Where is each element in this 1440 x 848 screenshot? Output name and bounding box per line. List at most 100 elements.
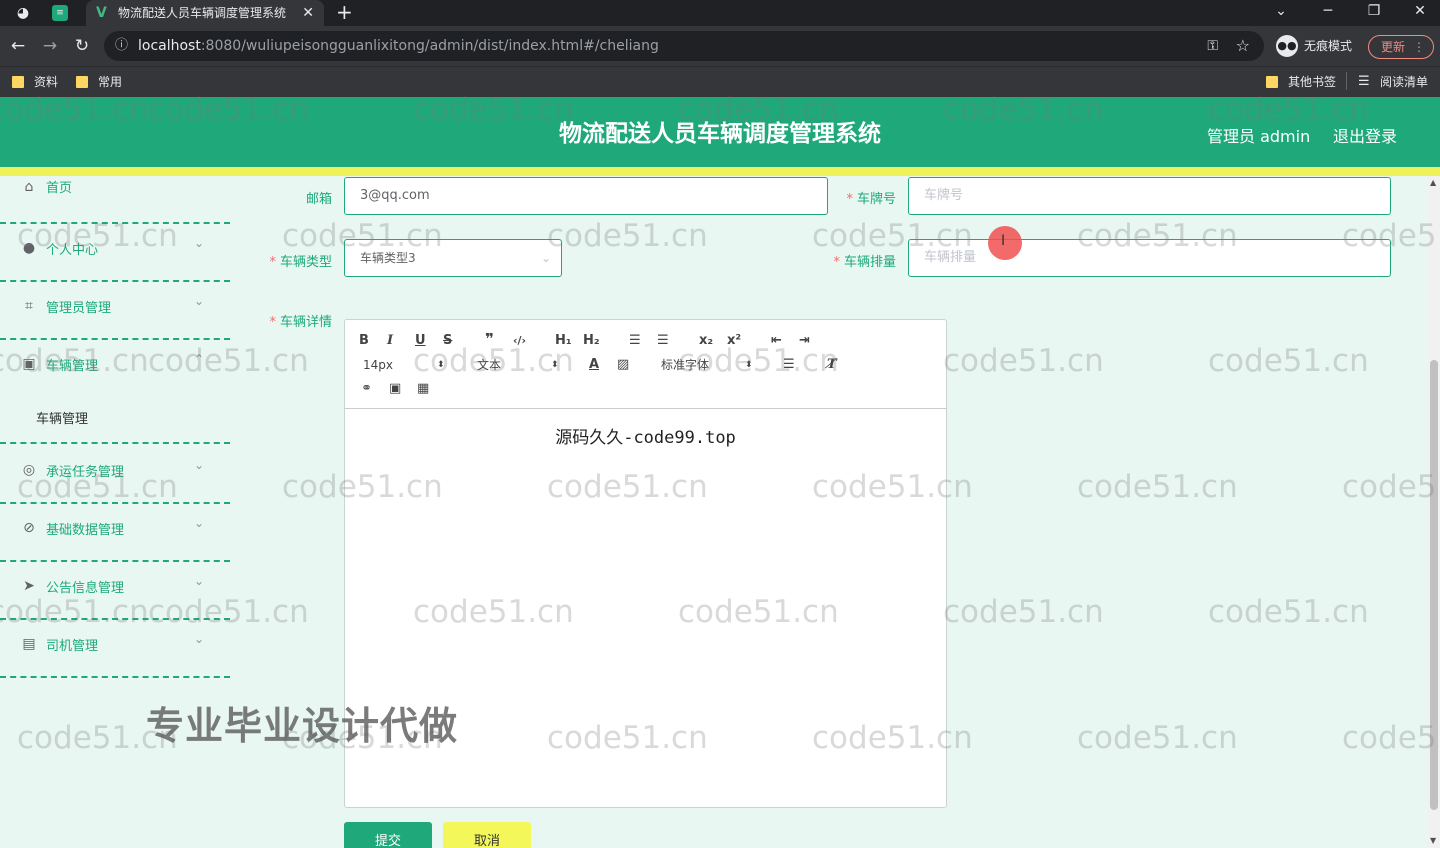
- back-icon[interactable]: ←: [6, 34, 30, 58]
- font-color-icon[interactable]: A: [589, 356, 599, 374]
- sidebar-item-announcements[interactable]: ➤ 公告信息管理 ⌄: [0, 562, 230, 620]
- subscript-icon[interactable]: x₂: [699, 332, 713, 350]
- minimize-button[interactable]: ─: [1305, 0, 1351, 22]
- browser-menu-icon[interactable]: ◕: [14, 4, 32, 22]
- bookmark-folder-ziliao[interactable]: 资料: [12, 73, 58, 91]
- underline-icon[interactable]: U: [415, 332, 426, 350]
- sidebar-subitem-vehicles[interactable]: 车辆管理: [0, 392, 230, 444]
- bookmark-label: 资料: [34, 75, 59, 89]
- plate-number-input[interactable]: 车牌号: [908, 177, 1391, 215]
- logout-link[interactable]: 退出登录: [1333, 123, 1397, 147]
- sidebar-item-vehicles[interactable]: ▣ 车辆管理 ⌃: [0, 340, 230, 392]
- font-size-value: 14px: [363, 358, 393, 372]
- watermark: code51.cn: [1077, 469, 1238, 505]
- page-scrollbar[interactable]: ▲ ▼: [1428, 176, 1440, 848]
- blockquote-icon[interactable]: ❞: [485, 330, 494, 348]
- current-user: 管理员 admin: [1207, 127, 1311, 146]
- chevron-down-icon: ⌄: [194, 236, 205, 250]
- sidebar-item-profile[interactable]: ● 个人中心 ⌄: [0, 224, 230, 282]
- bookmark-label: 阅读清单: [1380, 75, 1429, 89]
- update-button[interactable]: 更新 ⋮: [1368, 35, 1434, 59]
- italic-icon[interactable]: I: [387, 332, 393, 350]
- bookmarks-divider: [1346, 72, 1347, 90]
- email-field[interactable]: 3@qq.com: [344, 177, 828, 215]
- vehicle-type-select[interactable]: 车辆类型3 ⌄: [344, 239, 562, 277]
- chevron-down-icon: ⌄: [194, 574, 205, 588]
- reload-icon[interactable]: ↻: [70, 34, 94, 58]
- cancel-button[interactable]: 取消: [443, 822, 531, 848]
- tab-close-icon[interactable]: ✕: [302, 0, 314, 26]
- bookmark-label: 其他书签: [1288, 75, 1337, 89]
- chevron-down-icon: ⌄: [194, 516, 205, 530]
- indent-icon[interactable]: ⇥: [799, 332, 810, 350]
- email-label: 邮箱: [305, 192, 332, 207]
- bookmark-folder-other[interactable]: 其他书签: [1266, 73, 1336, 91]
- scroll-up-icon[interactable]: ▲: [1430, 178, 1436, 187]
- user-icon: ●: [22, 240, 36, 256]
- more-menu-icon: ⋮: [1413, 40, 1425, 54]
- sidebar-item-basic-data[interactable]: ⊘ 基础数据管理 ⌄: [0, 504, 230, 562]
- tab-search-icon[interactable]: ⌄: [1258, 0, 1304, 22]
- bookmark-folder-changyong[interactable]: 常用: [76, 73, 122, 91]
- new-tab-button[interactable]: +: [336, 0, 353, 24]
- password-key-icon[interactable]: ⚿: [1207, 31, 1218, 61]
- updown-icon: ⬍: [551, 360, 559, 370]
- ordered-list-icon[interactable]: ☰: [629, 332, 641, 350]
- align-icon[interactable]: ☰: [783, 356, 795, 374]
- bookmark-label: 常用: [98, 75, 123, 89]
- header-value: 文本: [477, 358, 502, 372]
- sidebar-item-label: 基础数据管理: [46, 523, 125, 538]
- app-header: 物流配送人员车辆调度管理系统 管理员 admin 退出登录: [0, 97, 1440, 167]
- text-cursor-icon: I: [1001, 233, 1006, 249]
- outdent-icon[interactable]: ⇤: [771, 332, 782, 350]
- updown-icon: ⬍: [437, 360, 445, 370]
- sidebar-item-home[interactable]: ⌂ 首页: [0, 166, 230, 224]
- sidebar-item-admins[interactable]: ⌗ 管理员管理 ⌄: [0, 282, 230, 340]
- scroll-thumb[interactable]: [1430, 360, 1438, 810]
- displacement-input[interactable]: 车辆排量: [908, 239, 1391, 277]
- font-family-picker[interactable]: 标准字体 ⬍: [661, 356, 757, 374]
- background-color-icon[interactable]: ▨: [617, 356, 629, 374]
- bold-icon[interactable]: B: [359, 332, 369, 350]
- link-icon[interactable]: ⚭: [361, 380, 372, 398]
- document-icon: ▤: [22, 636, 36, 652]
- vehicle-type-label: * 车辆类型: [269, 255, 332, 270]
- scroll-down-icon[interactable]: ▼: [1430, 836, 1436, 845]
- bullet-list-icon[interactable]: ☰: [657, 332, 669, 350]
- video-icon[interactable]: ▦: [417, 380, 429, 398]
- restore-button[interactable]: ❐: [1351, 0, 1397, 22]
- submit-button[interactable]: 提交: [344, 822, 432, 848]
- header1-icon[interactable]: H₁: [555, 332, 572, 350]
- sidebar-item-tasks[interactable]: ◎ 承运任务管理 ⌄: [0, 446, 230, 504]
- home-icon: ⌂: [24, 179, 34, 195]
- url-input[interactable]: ⓘ localhost:8080/wuliupeisongguanlixiton…: [104, 31, 1264, 61]
- site-info-icon[interactable]: ⓘ: [115, 31, 128, 61]
- reading-list-button[interactable]: ☰ 阅读清单: [1358, 73, 1428, 91]
- reading-list-icon: ☰: [1358, 74, 1370, 89]
- url-path: :8080/wuliupeisongguanlixitong/admin/dis…: [200, 38, 659, 54]
- font-size-picker[interactable]: 14px ⬍: [363, 356, 449, 374]
- superscript-icon[interactable]: x²: [727, 332, 741, 350]
- header-picker[interactable]: 文本 ⬍: [477, 356, 563, 374]
- strike-icon[interactable]: S: [443, 332, 452, 350]
- chevron-up-icon: ⌃: [194, 352, 205, 366]
- browser-tab-active[interactable]: V 物流配送人员车辆调度管理系统 ✕: [86, 0, 324, 26]
- forward-icon[interactable]: →: [38, 34, 62, 58]
- image-icon[interactable]: ▣: [389, 380, 401, 398]
- sidebar-item-label: 车辆管理: [36, 412, 89, 427]
- bookmark-star-icon[interactable]: ☆: [1236, 31, 1250, 61]
- clear-format-icon[interactable]: T̸: [827, 356, 837, 374]
- close-window-button[interactable]: ✕: [1397, 0, 1440, 22]
- sidebar-item-drivers[interactable]: ▤ 司机管理 ⌄: [0, 620, 230, 678]
- header2-icon[interactable]: H₂: [583, 332, 600, 350]
- bookmarks-bar: 资料 常用 其他书签 ☰ 阅读清单: [0, 66, 1440, 97]
- updown-icon: ⬍: [745, 360, 753, 370]
- folder-icon: [76, 76, 88, 88]
- code-block-icon[interactable]: ‹/›: [513, 332, 526, 350]
- sidebar-item-label: 司机管理: [46, 639, 99, 654]
- watermark: code51.cn: [1208, 343, 1369, 379]
- app-favicon-icon[interactable]: ≡: [52, 5, 68, 21]
- editor-toolbar: B I U S ❞ ‹/› H₁ H₂ ☰ ☰ x₂ x² ⇤ ⇥ 14px ⬍…: [345, 320, 946, 409]
- font-family-value: 标准字体: [661, 358, 710, 372]
- incognito-indicator[interactable]: ●● 无痕模式: [1276, 35, 1352, 57]
